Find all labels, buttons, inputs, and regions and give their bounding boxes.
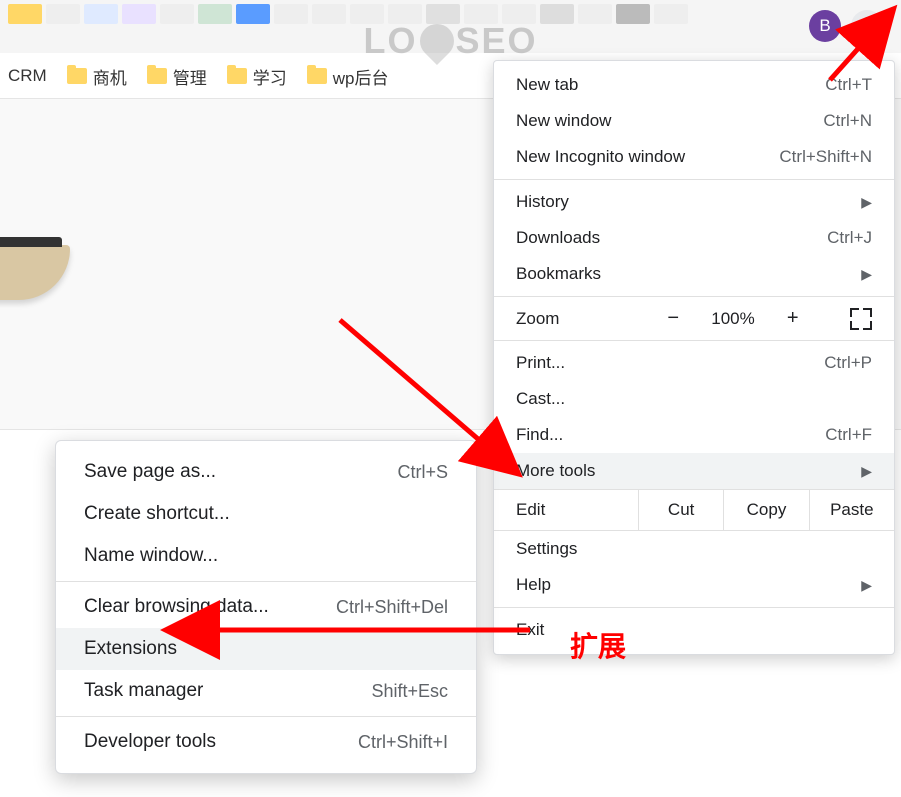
menu-shortcut: Ctrl+N (823, 111, 872, 131)
menu-label: Name window... (84, 545, 218, 567)
chrome-main-menu: New tab Ctrl+T New window Ctrl+N New Inc… (493, 60, 895, 655)
menu-label: Print... (516, 353, 565, 373)
chevron-right-icon: ▶ (861, 266, 872, 283)
bookmark-crm[interactable]: CRM (8, 66, 47, 86)
menu-edit: Edit Cut Copy Paste (494, 489, 894, 531)
menu-find[interactable]: Find... Ctrl+F (494, 417, 894, 453)
fullscreen-icon[interactable] (850, 308, 872, 330)
menu-shortcut: Shift+Esc (371, 681, 448, 702)
menu-exit[interactable]: Exit (494, 612, 894, 648)
menu-bookmarks[interactable]: Bookmarks ▶ (494, 256, 894, 292)
bookmark-label: wp后台 (333, 64, 389, 89)
menu-separator (56, 581, 476, 582)
folder-icon (227, 68, 247, 84)
profile-avatar[interactable]: B (809, 10, 841, 42)
menu-more-tools[interactable]: More tools ▶ (494, 453, 894, 489)
menu-separator (494, 607, 894, 608)
menu-new-tab[interactable]: New tab Ctrl+T (494, 67, 894, 103)
submenu-task-manager[interactable]: Task manager Shift+Esc (56, 670, 476, 712)
menu-settings[interactable]: Settings (494, 531, 894, 567)
menu-label: Task manager (84, 680, 203, 702)
menu-label: Downloads (516, 228, 600, 248)
chevron-right-icon: ▶ (861, 194, 872, 211)
zoom-in-button[interactable]: + (781, 307, 805, 330)
menu-shortcut: Ctrl+T (825, 75, 872, 95)
bookmark-label: 学习 (253, 64, 287, 89)
menu-separator (56, 716, 476, 717)
menu-label: More tools (516, 461, 595, 481)
menu-print[interactable]: Print... Ctrl+P (494, 345, 894, 381)
menu-shortcut: Ctrl+Shift+I (358, 732, 448, 753)
menu-label: Find... (516, 425, 563, 445)
more-tools-submenu: Save page as... Ctrl+S Create shortcut..… (55, 440, 477, 774)
menu-label: Extensions (84, 638, 177, 660)
menu-history[interactable]: History ▶ (494, 184, 894, 220)
submenu-name-window[interactable]: Name window... (56, 535, 476, 577)
menu-label: Help (516, 575, 551, 595)
submenu-developer-tools[interactable]: Developer tools Ctrl+Shift+I (56, 721, 476, 763)
menu-label: Clear browsing data... (84, 596, 269, 618)
menu-label: New window (516, 111, 611, 131)
chrome-menu-button[interactable] (851, 10, 883, 42)
menu-label: Developer tools (84, 731, 216, 753)
bookmark-label: CRM (8, 66, 47, 86)
edit-copy-button[interactable]: Copy (723, 490, 808, 530)
submenu-save-page[interactable]: Save page as... Ctrl+S (56, 451, 476, 493)
menu-label: Create shortcut... (84, 503, 230, 525)
menu-separator (494, 296, 894, 297)
zoom-percent: 100% (711, 309, 754, 329)
menu-label: New tab (516, 75, 578, 95)
submenu-create-shortcut[interactable]: Create shortcut... (56, 493, 476, 535)
bookmark-label: 商机 (93, 64, 127, 89)
edit-cut-button[interactable]: Cut (638, 490, 723, 530)
menu-shortcut: Ctrl+S (397, 462, 448, 483)
menu-label: Zoom (516, 309, 616, 329)
menu-label: Save page as... (84, 461, 216, 483)
tab-blur-row (0, 0, 696, 28)
menu-label: Bookmarks (516, 264, 601, 284)
folder-icon (67, 68, 87, 84)
menu-help[interactable]: Help ▶ (494, 567, 894, 603)
bookmark-label: 管理 (173, 64, 207, 89)
menu-label: Settings (516, 539, 577, 559)
zoom-out-button[interactable]: − (661, 307, 685, 330)
menu-downloads[interactable]: Downloads Ctrl+J (494, 220, 894, 256)
menu-incognito[interactable]: New Incognito window Ctrl+Shift+N (494, 139, 894, 175)
menu-zoom: Zoom − 100% + (494, 301, 894, 336)
bookmark-wp[interactable]: wp后台 (307, 64, 389, 89)
folder-icon (147, 68, 167, 84)
tab-strip (0, 0, 901, 53)
folder-icon (307, 68, 327, 84)
bookmark-guanli[interactable]: 管理 (147, 64, 207, 89)
menu-label: Exit (516, 620, 544, 640)
edit-paste-button[interactable]: Paste (809, 490, 894, 530)
bookmarks-bar: CRM 商机 管理 学习 wp后台 (0, 60, 388, 92)
chevron-right-icon: ▶ (861, 463, 872, 480)
menu-separator (494, 179, 894, 180)
menu-label: Cast... (516, 389, 565, 409)
menu-shortcut: Ctrl+P (824, 353, 872, 373)
submenu-clear-data[interactable]: Clear browsing data... Ctrl+Shift+Del (56, 586, 476, 628)
avatar-letter: B (819, 16, 830, 36)
bookmark-shangji[interactable]: 商机 (67, 64, 127, 89)
bookmark-xuexi[interactable]: 学习 (227, 64, 287, 89)
menu-label: New Incognito window (516, 147, 685, 167)
menu-cast[interactable]: Cast... (494, 381, 894, 417)
chevron-right-icon: ▶ (861, 577, 872, 594)
menu-label: Edit (494, 490, 638, 530)
menu-shortcut: Ctrl+Shift+N (779, 147, 872, 167)
menu-separator (494, 340, 894, 341)
menu-shortcut: Ctrl+J (827, 228, 872, 248)
menu-new-window[interactable]: New window Ctrl+N (494, 103, 894, 139)
submenu-extensions[interactable]: Extensions (56, 628, 476, 670)
menu-shortcut: Ctrl+Shift+Del (336, 597, 448, 618)
menu-shortcut: Ctrl+F (825, 425, 872, 445)
menu-label: History (516, 192, 569, 212)
